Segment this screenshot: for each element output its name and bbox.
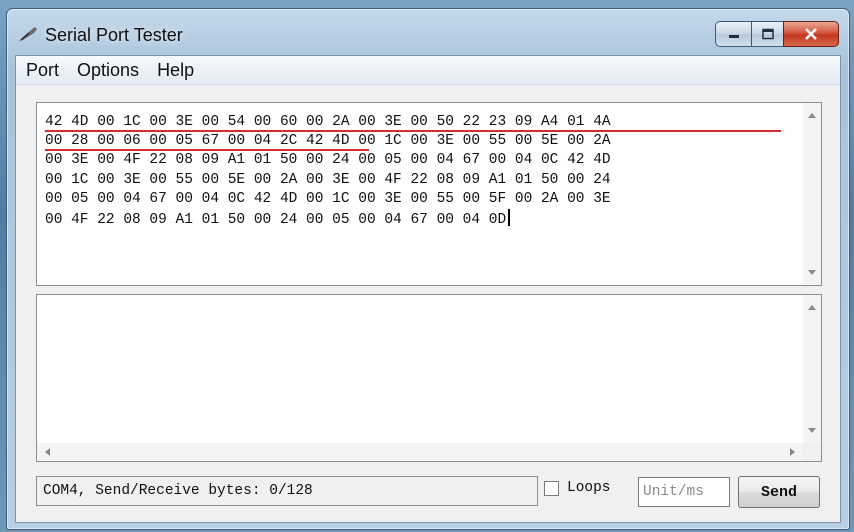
receive-line: 00 4F 22 08 09 A1 01 50 00 24 00 05 00 0… [45,212,507,229]
send-button[interactable]: Send [738,476,820,508]
scroll-up-icon[interactable] [808,113,816,118]
window-title: Serial Port Tester [45,25,183,45]
scroll-down-icon[interactable] [808,270,816,275]
text-caret [508,209,511,227]
menu-help[interactable]: Help [148,56,203,84]
highlight-underline-2 [45,149,369,151]
minimize-button[interactable] [715,21,751,47]
loops-label: Loops [567,480,611,496]
highlight-underline-1 [45,130,781,132]
send-textarea[interactable] [36,294,822,462]
receive-textarea[interactable]: 42 4D 00 1C 00 3E 00 54 00 60 00 2A 00 3… [36,102,822,286]
title-bar[interactable]: Serial Port Tester [7,9,849,55]
client-area: Port Options Help 42 4D 00 1C 00 3E 00 5… [15,55,841,523]
close-icon [805,28,817,40]
loops-checkbox[interactable] [544,480,559,496]
scroll-up-icon[interactable] [808,305,816,310]
menu-options[interactable]: Options [68,56,148,84]
scroll-left-icon[interactable] [45,448,50,456]
receive-line: 00 05 00 04 67 00 04 0C 42 4D 00 1C 00 3… [45,190,611,207]
send-vertical-scrollbar[interactable] [803,295,821,443]
scroll-down-icon[interactable] [808,428,816,433]
close-button[interactable] [783,21,839,47]
receive-line: 00 1C 00 3E 00 55 00 5E 00 2A 00 3E 00 4… [45,171,611,188]
maximize-button[interactable] [751,21,783,47]
receive-vertical-scrollbar[interactable] [803,103,821,285]
app-icon [19,27,37,41]
scrollbar-corner [803,443,821,461]
status-text: COM4, Send/Receive bytes: 0/128 [36,476,538,506]
menu-port[interactable]: Port [16,56,68,84]
scroll-right-icon[interactable] [790,448,795,456]
interval-input[interactable] [638,477,730,507]
receive-line: 00 3E 00 4F 22 08 09 A1 01 50 00 24 00 0… [45,152,611,169]
loops-checkbox-group[interactable]: Loops [544,480,611,496]
window-bottom-edge [7,521,849,529]
minimize-icon [728,35,739,38]
maximize-icon [761,28,774,40]
app-window: Serial Port Tester Port Options Help 42 … [6,8,850,530]
menu-bar: Port Options Help [16,56,840,85]
caption-buttons [715,21,839,49]
send-horizontal-scrollbar[interactable] [37,443,803,461]
